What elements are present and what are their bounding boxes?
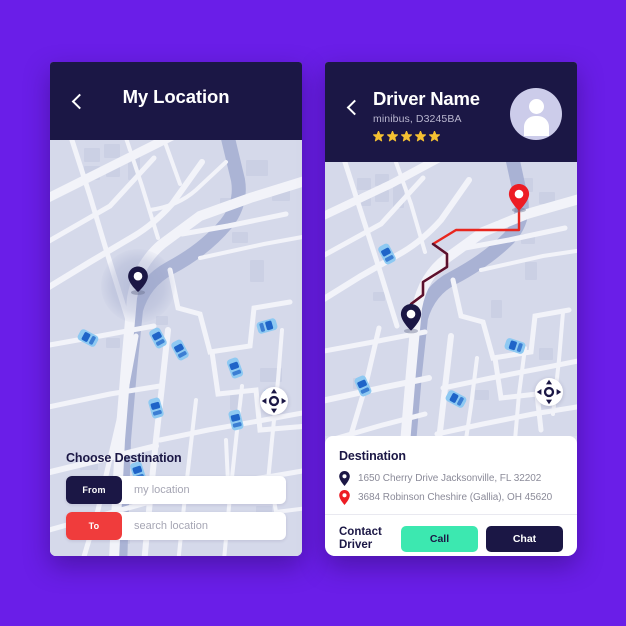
panel-title: Choose Destination xyxy=(66,451,182,465)
from-tag-button[interactable]: From xyxy=(66,476,122,504)
chat-button[interactable]: Chat xyxy=(486,526,563,553)
to-field-row[interactable]: To xyxy=(66,512,286,540)
star-icon xyxy=(387,131,398,142)
chevron-left-icon xyxy=(346,99,362,115)
back-button[interactable] xyxy=(339,94,365,120)
phone-screen-my-location: My Location Choose Destination From my l… xyxy=(50,62,302,556)
from-field-row[interactable]: From xyxy=(66,476,286,504)
screenshot-stage: My Location Choose Destination From my l… xyxy=(0,0,626,626)
map-pin-red-icon xyxy=(339,490,350,505)
to-location-input[interactable] xyxy=(122,512,286,540)
page-title: My Location xyxy=(122,86,230,107)
driver-name: Driver Name xyxy=(373,88,480,109)
locate-me-button[interactable] xyxy=(535,378,563,406)
contact-driver-row: Contact Driver Call Chat xyxy=(339,526,563,553)
crosshair-locate-icon xyxy=(536,379,562,405)
header-bar-right: Driver Name minibus, D3245BA xyxy=(325,62,577,162)
driver-info-block: Driver Name minibus, D3245BA xyxy=(373,88,480,142)
star-icon xyxy=(415,131,426,142)
call-button[interactable]: Call xyxy=(401,526,478,553)
driver-rating-stars xyxy=(373,131,480,142)
contact-driver-label: Contact Driver xyxy=(339,526,382,552)
locate-me-button[interactable] xyxy=(260,387,288,415)
avatar[interactable] xyxy=(510,88,562,140)
phone-screen-driver-details: Driver Name minibus, D3245BA Destination… xyxy=(325,62,577,556)
crosshair-locate-icon xyxy=(261,388,287,414)
vehicle-info: minibus, D3245BA xyxy=(373,113,462,126)
map-canvas-right[interactable] xyxy=(325,162,577,436)
header-bar-left: My Location xyxy=(50,62,302,140)
star-icon xyxy=(373,131,384,142)
map-pin-navy-icon xyxy=(339,471,350,486)
star-icon xyxy=(429,131,440,142)
address-row-destination[interactable]: 3684 Robinson Cheshire (Gallia), OH 4562… xyxy=(339,490,563,505)
user-avatar-body xyxy=(523,116,549,136)
card-divider xyxy=(325,514,577,515)
address-row-origin[interactable]: 1650 Cherry Drive Jacksonville, FL 32202 xyxy=(339,471,563,486)
origin-address-text: 1650 Cherry Drive Jacksonville, FL 32202 xyxy=(358,473,542,484)
from-location-input[interactable] xyxy=(122,476,286,504)
to-tag-button[interactable]: To xyxy=(66,512,122,540)
map-canvas-left[interactable]: Choose Destination From To xyxy=(50,140,302,556)
destination-address-text: 3684 Robinson Cheshire (Gallia), OH 4562… xyxy=(358,492,553,503)
destination-info-card: Destination 1650 Cherry Drive Jacksonvil… xyxy=(325,436,577,556)
card-title: Destination xyxy=(339,449,406,463)
star-icon xyxy=(401,131,412,142)
user-avatar-icon xyxy=(528,99,544,114)
choose-destination-panel: Choose Destination From To xyxy=(50,451,302,556)
